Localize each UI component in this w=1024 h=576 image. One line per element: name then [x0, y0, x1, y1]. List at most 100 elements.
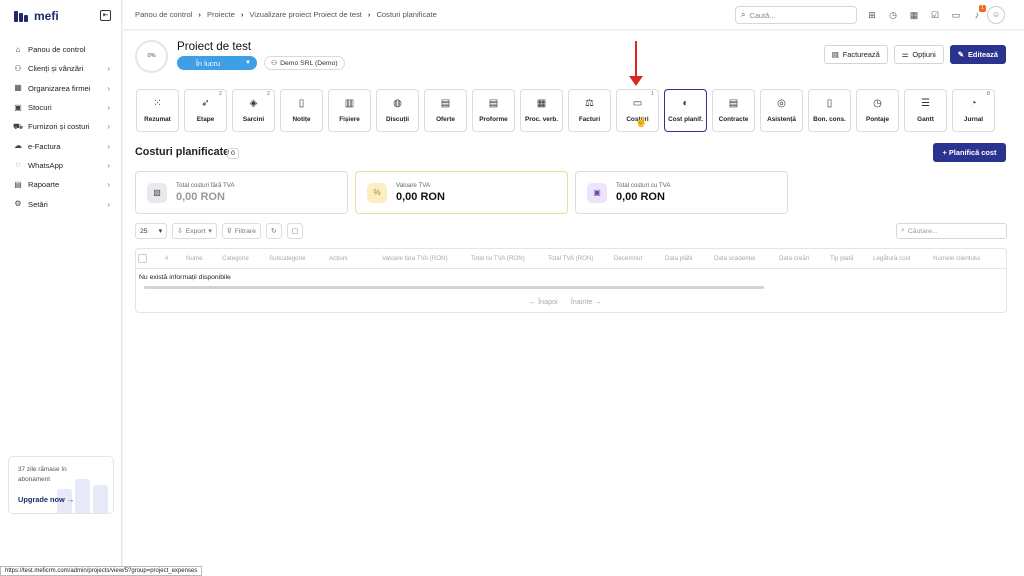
column-header[interactable]: Subcategorie	[269, 255, 305, 262]
tab-discutii[interactable]: ◍ Discuții	[376, 89, 419, 132]
summary-card-total-fara-tva: ▧ Total costuri fără TVA 0,00 RON	[135, 171, 348, 214]
invoice-button[interactable]: ▤ Facturează	[823, 45, 888, 64]
sidebar-item-whatsapp[interactable]: ◌ WhatsApp ›	[8, 156, 114, 175]
sidebar-item-stocuri[interactable]: ▣ Stocuri ›	[8, 98, 114, 117]
column-header[interactable]: Legătură cost	[873, 255, 911, 262]
messages-icon[interactable]: ▭	[949, 8, 963, 22]
tab-notite[interactable]: ▯ Notițe	[280, 89, 323, 132]
tab-label: Contracte	[718, 116, 749, 123]
column-header[interactable]: Data scadenței	[714, 255, 755, 262]
project-actions: ▤ Facturează ⚌ Opțiuni ✎ Editează	[823, 45, 1006, 64]
tab-label: Sarcini	[242, 116, 265, 123]
filter-button[interactable]: ⊽ Filtrare	[221, 223, 261, 239]
breadcrumb-item[interactable]: Proiecte	[207, 10, 235, 19]
tab-proforme[interactable]: ▤ Proforme	[472, 89, 515, 132]
options-label: Opțiuni	[912, 50, 936, 59]
prev-page-button[interactable]: ← Înapoi	[529, 297, 558, 306]
tab-gantt[interactable]: ☰ Gantt	[904, 89, 947, 132]
client-chip[interactable]: ⚇ Demo SRL (Demo)	[264, 56, 345, 70]
tab-rezumat[interactable]: ⁙ Rezumat	[136, 89, 179, 132]
column-header[interactable]: Numele clientului	[933, 255, 980, 262]
column-header[interactable]: Categorie	[222, 255, 249, 262]
columns-button[interactable]: ▢	[286, 223, 304, 239]
sidebar-item-setari[interactable]: ⚙ Setări ›	[8, 194, 114, 213]
column-header[interactable]: Nume	[186, 255, 203, 262]
trial-days-text: 37 zile rămase în abonament	[18, 466, 67, 483]
sidebar-item-label: Stocuri	[28, 103, 52, 113]
page-size-select[interactable]: 25 ▾	[135, 223, 167, 239]
column-header[interactable]: Tip plată	[830, 255, 854, 262]
tab-contracte[interactable]: ▤ Contracte	[712, 89, 755, 132]
app-logo[interactable]: mefi	[14, 9, 59, 23]
column-header[interactable]: Total cu TVA (RON)	[471, 255, 525, 262]
tab-asistenta[interactable]: ◎ Asistență	[760, 89, 803, 132]
tab-pontaje[interactable]: ◷ Pontaje	[856, 89, 899, 132]
export-icon: ⇩	[177, 228, 183, 235]
options-button[interactable]: ⚌ Opțiuni	[893, 45, 944, 64]
column-header[interactable]: #	[165, 255, 168, 262]
search-icon: ⌕	[901, 227, 905, 234]
export-button[interactable]: ⇩ Export ▾	[172, 223, 217, 239]
breadcrumb-item[interactable]: Vizualizare proiect Proiect de test	[249, 10, 362, 19]
status-dropdown[interactable]: În lucru ▼	[177, 56, 257, 70]
project-tabs: ⁙ Rezumat 2 ➶ Etape 2 ◈ Sarcini ▯ Notițe ▥ Fiși…	[136, 89, 995, 132]
column-header[interactable]: Data creări	[779, 255, 809, 262]
add-icon[interactable]: ⊞	[865, 8, 879, 22]
user-icon: ⚇	[271, 60, 278, 67]
column-header[interactable]: Valoare fara TVA (RON)	[382, 255, 448, 262]
tab-fisiere[interactable]: ▥ Fișiere	[328, 89, 371, 132]
tab-cost-planif[interactable]: ◐ Cost planif.	[664, 89, 707, 132]
topbar: Panou de control › Proiecte › Vizualizare …	[123, 0, 1024, 30]
global-search-input[interactable]: ⌕ Caută...	[735, 6, 857, 24]
select-all-checkbox[interactable]	[138, 254, 147, 263]
breadcrumb-separator-icon: ›	[240, 10, 244, 19]
upgrade-button[interactable]: Upgrade now →	[18, 495, 74, 504]
page-size-value: 25	[140, 227, 148, 235]
sidebar-item-panou-de-control[interactable]: ⌂ Panou de control	[8, 40, 114, 59]
collapse-sidebar-icon[interactable]: ⇤	[100, 10, 111, 21]
card-value: 0,00 RON	[396, 191, 445, 203]
tab-label: Proc. verb.	[524, 116, 559, 123]
tab-oferte[interactable]: ▤ Oferte	[424, 89, 467, 132]
avatar[interactable]: ☺	[987, 6, 1005, 24]
plan-cost-label: Planifică cost	[948, 148, 997, 157]
column-header[interactable]: Decemnut	[614, 255, 642, 262]
tab-etape[interactable]: 2 ➶ Etape	[184, 89, 227, 132]
tab-proc-verb[interactable]: ▦ Proc. verb.	[520, 89, 563, 132]
tab-bon-cons[interactable]: ▯ Bon. cons.	[808, 89, 851, 132]
filter-icon: ⊽	[226, 228, 232, 235]
client-name: Demo SRL (Demo)	[280, 59, 338, 67]
breadcrumb-separator-icon: ›	[198, 10, 201, 19]
tab-sarcini[interactable]: 2 ◈ Sarcini	[232, 89, 275, 132]
sidebar-item-label: Panou de control	[28, 45, 86, 55]
horizontal-scrollbar[interactable]	[144, 286, 764, 289]
refresh-button[interactable]: ↻	[265, 223, 282, 239]
card-label: Valoare TVA	[396, 182, 431, 189]
next-page-button[interactable]: Înainte →	[571, 297, 602, 306]
column-header[interactable]: Data plătii	[665, 255, 693, 262]
card-value: 0,00 RON	[616, 191, 665, 203]
tasks-icon[interactable]: ☑	[928, 8, 942, 22]
breadcrumb-item[interactable]: Panou de control	[135, 10, 192, 19]
tab-label: Facturi	[578, 116, 601, 123]
column-header[interactable]: Total TVA (RON)	[548, 255, 594, 262]
edit-button[interactable]: ✎ Editează	[949, 45, 1006, 64]
tab-facturi[interactable]: ⚖ Facturi	[568, 89, 611, 132]
tab-jurnal[interactable]: 8 ◔ Jurnal	[952, 89, 995, 132]
table-search-input[interactable]: ⌕ Căutare...	[896, 223, 1007, 239]
sidebar-item-rapoarte[interactable]: ▤ Rapoarte ›	[8, 175, 114, 194]
page-title: Proiect de test	[177, 40, 252, 53]
sidebar-item-organizarea[interactable]: ▦ Organizarea firmei ›	[8, 79, 114, 98]
status-label: În lucru	[195, 58, 221, 68]
calendar-icon[interactable]: ▦	[907, 8, 921, 22]
sidebar-item-efactura[interactable]: ☁ e-Factura ›	[8, 136, 114, 155]
plan-cost-button[interactable]: + Planifică cost	[933, 143, 1006, 162]
column-header[interactable]: Acțiuni	[329, 255, 348, 262]
tab-label: Bon. cons.	[813, 116, 846, 123]
timer-icon[interactable]: ◷	[886, 8, 900, 22]
sidebar-item-clienti[interactable]: ⚇ Clienți și vânzări ›	[8, 59, 114, 78]
layers-icon: ◈	[249, 98, 258, 109]
bell-icon[interactable]: ♪ 1	[970, 5, 986, 22]
tab-count: 1	[650, 91, 654, 97]
sidebar-item-furnizori[interactable]: ⛟ Furnizori și costuri ›	[8, 117, 114, 136]
